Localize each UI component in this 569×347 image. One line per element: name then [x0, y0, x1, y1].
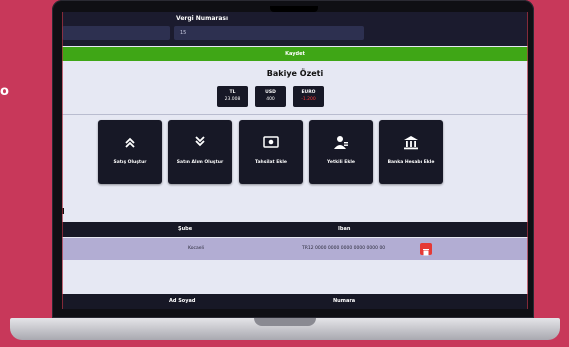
- cash-icon: [263, 136, 279, 148]
- iban-cell: TR12 0000 0000 0000 0000 0000 00: [302, 246, 386, 251]
- user-icon: [334, 136, 348, 149]
- balance-card-tl: TL 23.008: [217, 86, 248, 107]
- balance-amount: 400: [266, 97, 275, 102]
- balance-card-euro: EURO -1.200: [293, 86, 324, 107]
- double-chevron-down-icon: [195, 136, 205, 147]
- add-bank-account-button[interactable]: Banka Hesabı Ekle: [379, 120, 443, 184]
- screen-edge-left: [62, 12, 63, 309]
- balance-summary-title: Bakiye Özeti: [266, 69, 324, 78]
- action-label: Satış Oluştur: [113, 160, 147, 165]
- double-chevron-up-icon: [125, 137, 135, 148]
- name-input[interactable]: [62, 26, 170, 40]
- table-row: Kocaeli TR12 0000 0000 0000 0000 0000 00: [62, 238, 528, 260]
- action-label: Satın Alım Oluştur: [176, 160, 224, 165]
- action-label: Yetkili Ekle: [327, 160, 355, 165]
- side-text: o: [0, 84, 9, 99]
- column-header-number: Numara: [333, 298, 356, 304]
- column-header-branch: Şube: [178, 226, 193, 232]
- section-divider: [62, 114, 528, 115]
- customer-form: Vergi Numarası 15: [62, 12, 528, 46]
- action-label: Banka Hesabı Ekle: [387, 160, 435, 165]
- bank-table-header: Şube Iban: [62, 222, 528, 237]
- balance-currency: EURO: [301, 90, 316, 95]
- balance-currency: USD: [265, 90, 276, 95]
- tax-number-label: Vergi Numarası: [176, 15, 229, 22]
- contacts-table-header: Ad Soyad Numara: [62, 294, 528, 309]
- add-authorized-person-button[interactable]: Yetkili Ekle: [309, 120, 373, 184]
- column-header-name: Ad Soyad: [169, 298, 196, 304]
- delete-button[interactable]: [420, 243, 432, 256]
- branch-cell: Kocaeli: [188, 246, 204, 251]
- save-button[interactable]: Kaydet: [62, 47, 528, 61]
- app-screen: Vergi Numarası 15 Kaydet Bakiye Özeti TL…: [62, 12, 528, 309]
- screen-edge-right: [527, 12, 528, 309]
- balance-amount: 23.008: [224, 97, 241, 102]
- column-header-iban: Iban: [338, 226, 351, 232]
- bank-icon: [404, 136, 418, 150]
- balance-currency: TL: [229, 90, 236, 95]
- tax-number-input[interactable]: 15: [174, 26, 364, 40]
- action-label: Tahsilat Ekle: [255, 160, 287, 165]
- create-sale-button[interactable]: Satış Oluştur: [98, 120, 162, 184]
- balance-card-usd: USD 400: [255, 86, 286, 107]
- laptop-base-groove: [254, 318, 316, 326]
- create-purchase-button[interactable]: Satın Alım Oluştur: [168, 120, 232, 184]
- trash-icon: [423, 249, 429, 256]
- add-collection-button[interactable]: Tahsilat Ekle: [239, 120, 303, 184]
- balance-amount: -1.200: [301, 97, 316, 102]
